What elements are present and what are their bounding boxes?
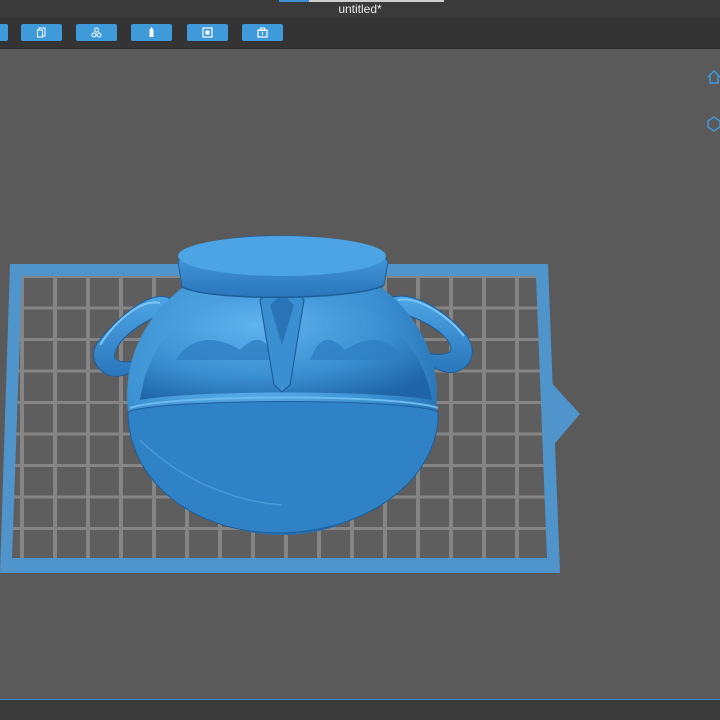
3d-viewport[interactable] bbox=[0, 49, 720, 700]
status-bar bbox=[0, 699, 720, 720]
supports-button[interactable] bbox=[131, 24, 172, 41]
window-title: untitled* bbox=[338, 2, 382, 16]
slice-frame-icon bbox=[202, 27, 213, 38]
scene bbox=[0, 235, 580, 573]
print-box-icon bbox=[257, 27, 268, 38]
supports-icon bbox=[149, 27, 154, 37]
slice-frame-button[interactable] bbox=[187, 24, 228, 41]
pot-rim bbox=[177, 235, 389, 299]
title-bar: untitled* bbox=[0, 0, 720, 18]
print-box-button[interactable] bbox=[242, 24, 283, 41]
home-view-icon[interactable] bbox=[706, 69, 720, 85]
open-file-button[interactable] bbox=[0, 24, 8, 41]
copy-button[interactable] bbox=[21, 24, 62, 41]
view-cube-icon[interactable] bbox=[706, 116, 720, 132]
copy-icon bbox=[37, 27, 46, 38]
auto-arrange-icon bbox=[91, 27, 102, 38]
toolbar bbox=[0, 18, 720, 49]
auto-arrange-button[interactable] bbox=[76, 24, 117, 41]
front-indicator-arrow bbox=[547, 378, 580, 448]
